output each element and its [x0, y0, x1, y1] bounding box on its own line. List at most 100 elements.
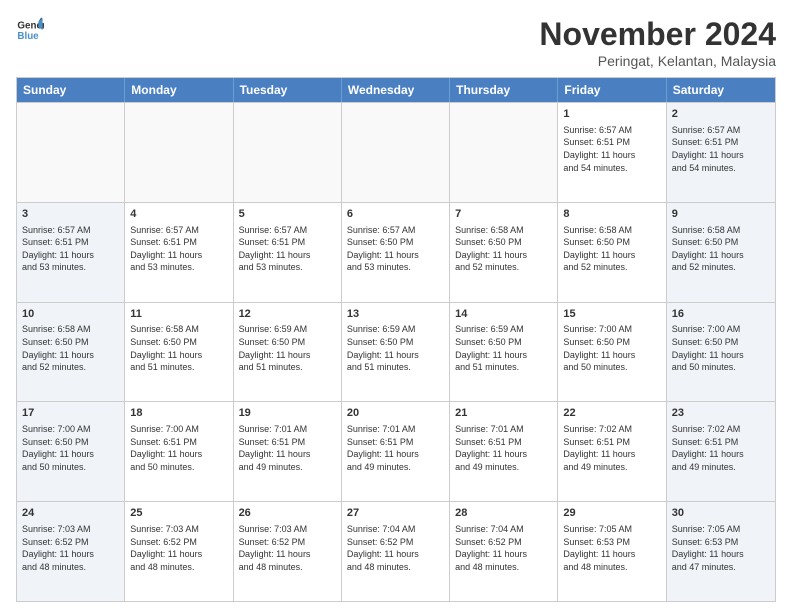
empty-cell: [450, 103, 558, 202]
day-cell-2: 2 Sunrise: 6:57 AM Sunset: 6:51 PM Daylig…: [667, 103, 775, 202]
week-row-5: 24 Sunrise: 7:03 AM Sunset: 6:52 PM Dayli…: [17, 501, 775, 601]
day-info: Sunrise: 7:03 AM Sunset: 6:52 PM Dayligh…: [22, 523, 119, 573]
day-info: Sunrise: 6:59 AM Sunset: 6:50 PM Dayligh…: [239, 323, 336, 373]
day-cell-15: 15Sunrise: 7:00 AM Sunset: 6:50 PM Dayli…: [558, 303, 666, 402]
day-cell-3: 3 Sunrise: 6:57 AM Sunset: 6:51 PM Daylig…: [17, 203, 125, 302]
day-number: 22: [563, 406, 660, 421]
day-header-saturday: Saturday: [667, 78, 775, 102]
day-cell-4: 4 Sunrise: 6:57 AM Sunset: 6:51 PM Daylig…: [125, 203, 233, 302]
svg-text:Blue: Blue: [17, 31, 39, 42]
day-number: 4: [130, 207, 227, 222]
day-info: Sunrise: 7:01 AM Sunset: 6:51 PM Dayligh…: [239, 423, 336, 473]
day-number: 19: [239, 406, 336, 421]
day-number: 15: [563, 307, 660, 322]
day-number: 5: [239, 207, 336, 222]
day-number: 23: [672, 406, 770, 421]
day-number: 8: [563, 207, 660, 222]
day-info: Sunrise: 7:00 AM Sunset: 6:50 PM Dayligh…: [22, 423, 119, 473]
header: General Blue November 2024 Peringat, Kel…: [16, 16, 776, 69]
day-cell-22: 22 Sunrise: 7:02 AM Sunset: 6:51 PM Dayli…: [558, 402, 666, 501]
day-number: 20: [347, 406, 444, 421]
day-cell-25: 25 Sunrise: 7:03 AM Sunset: 6:52 PM Dayli…: [125, 502, 233, 601]
day-cell-12: 12Sunrise: 6:59 AM Sunset: 6:50 PM Dayli…: [234, 303, 342, 402]
day-cell-26: 26 Sunrise: 7:03 AM Sunset: 6:52 PM Dayli…: [234, 502, 342, 601]
day-cell-14: 14Sunrise: 6:59 AM Sunset: 6:50 PM Dayli…: [450, 303, 558, 402]
day-info: Sunrise: 6:59 AM Sunset: 6:50 PM Dayligh…: [455, 323, 552, 373]
day-info: Sunrise: 6:58 AM Sunset: 6:50 PM Dayligh…: [455, 224, 552, 274]
day-info: Sunrise: 6:57 AM Sunset: 6:51 PM Dayligh…: [563, 124, 660, 174]
day-number: 12: [239, 307, 336, 322]
week-row-4: 17 Sunrise: 7:00 AM Sunset: 6:50 PM Dayli…: [17, 401, 775, 501]
week-row-2: 3 Sunrise: 6:57 AM Sunset: 6:51 PM Daylig…: [17, 202, 775, 302]
day-number: 30: [672, 506, 770, 521]
day-cell-16: 16Sunrise: 7:00 AM Sunset: 6:50 PM Dayli…: [667, 303, 775, 402]
day-cell-11: 11Sunrise: 6:58 AM Sunset: 6:50 PM Dayli…: [125, 303, 233, 402]
day-number: 1: [563, 107, 660, 122]
day-info: Sunrise: 7:05 AM Sunset: 6:53 PM Dayligh…: [563, 523, 660, 573]
day-info: Sunrise: 7:00 AM Sunset: 6:51 PM Dayligh…: [130, 423, 227, 473]
day-number: 16: [672, 307, 770, 322]
day-info: Sunrise: 6:57 AM Sunset: 6:51 PM Dayligh…: [130, 224, 227, 274]
day-header-sunday: Sunday: [17, 78, 125, 102]
day-info: Sunrise: 7:00 AM Sunset: 6:50 PM Dayligh…: [563, 323, 660, 373]
day-cell-20: 20 Sunrise: 7:01 AM Sunset: 6:51 PM Dayli…: [342, 402, 450, 501]
month-title: November 2024: [539, 16, 776, 53]
day-number: 25: [130, 506, 227, 521]
day-cell-27: 27 Sunrise: 7:04 AM Sunset: 6:52 PM Dayli…: [342, 502, 450, 601]
day-info: Sunrise: 6:57 AM Sunset: 6:51 PM Dayligh…: [22, 224, 119, 274]
day-number: 17: [22, 406, 119, 421]
day-number: 11: [130, 307, 227, 322]
day-cell-24: 24 Sunrise: 7:03 AM Sunset: 6:52 PM Dayli…: [17, 502, 125, 601]
logo: General Blue: [16, 16, 44, 44]
day-info: Sunrise: 6:57 AM Sunset: 6:51 PM Dayligh…: [672, 124, 770, 174]
day-cell-13: 13Sunrise: 6:59 AM Sunset: 6:50 PM Dayli…: [342, 303, 450, 402]
day-info: Sunrise: 7:05 AM Sunset: 6:53 PM Dayligh…: [672, 523, 770, 573]
day-cell-30: 30 Sunrise: 7:05 AM Sunset: 6:53 PM Dayli…: [667, 502, 775, 601]
day-info: Sunrise: 7:02 AM Sunset: 6:51 PM Dayligh…: [672, 423, 770, 473]
day-cell-21: 21Sunrise: 7:01 AM Sunset: 6:51 PM Dayli…: [450, 402, 558, 501]
day-cell-29: 29 Sunrise: 7:05 AM Sunset: 6:53 PM Dayli…: [558, 502, 666, 601]
day-cell-18: 18 Sunrise: 7:00 AM Sunset: 6:51 PM Dayli…: [125, 402, 233, 501]
day-number: 27: [347, 506, 444, 521]
day-cell-10: 10Sunrise: 6:58 AM Sunset: 6:50 PM Dayli…: [17, 303, 125, 402]
day-cell-9: 9 Sunrise: 6:58 AM Sunset: 6:50 PM Daylig…: [667, 203, 775, 302]
day-number: 29: [563, 506, 660, 521]
day-number: 13: [347, 307, 444, 322]
title-block: November 2024 Peringat, Kelantan, Malays…: [539, 16, 776, 69]
day-info: Sunrise: 7:03 AM Sunset: 6:52 PM Dayligh…: [130, 523, 227, 573]
day-info: Sunrise: 7:01 AM Sunset: 6:51 PM Dayligh…: [347, 423, 444, 473]
day-number: 18: [130, 406, 227, 421]
page: General Blue November 2024 Peringat, Kel…: [0, 0, 792, 612]
day-cell-19: 19 Sunrise: 7:01 AM Sunset: 6:51 PM Dayli…: [234, 402, 342, 501]
day-cell-17: 17 Sunrise: 7:00 AM Sunset: 6:50 PM Dayli…: [17, 402, 125, 501]
empty-cell: [234, 103, 342, 202]
day-info: Sunrise: 7:00 AM Sunset: 6:50 PM Dayligh…: [672, 323, 770, 373]
day-number: 3: [22, 207, 119, 222]
day-header-tuesday: Tuesday: [234, 78, 342, 102]
day-header-wednesday: Wednesday: [342, 78, 450, 102]
day-number: 26: [239, 506, 336, 521]
day-info: Sunrise: 6:59 AM Sunset: 6:50 PM Dayligh…: [347, 323, 444, 373]
calendar: SundayMondayTuesdayWednesdayThursdayFrid…: [16, 77, 776, 602]
day-info: Sunrise: 6:58 AM Sunset: 6:50 PM Dayligh…: [22, 323, 119, 373]
day-info: Sunrise: 7:01 AM Sunset: 6:51 PM Dayligh…: [455, 423, 552, 473]
day-info: Sunrise: 7:03 AM Sunset: 6:52 PM Dayligh…: [239, 523, 336, 573]
day-number: 9: [672, 207, 770, 222]
empty-cell: [342, 103, 450, 202]
day-info: Sunrise: 6:58 AM Sunset: 6:50 PM Dayligh…: [563, 224, 660, 274]
day-cell-6: 6Sunrise: 6:57 AM Sunset: 6:50 PM Daylig…: [342, 203, 450, 302]
day-info: Sunrise: 7:04 AM Sunset: 6:52 PM Dayligh…: [455, 523, 552, 573]
week-row-1: 1 Sunrise: 6:57 AM Sunset: 6:51 PM Daylig…: [17, 102, 775, 202]
logo-icon: General Blue: [16, 16, 44, 44]
day-number: 14: [455, 307, 552, 322]
day-number: 24: [22, 506, 119, 521]
day-cell-1: 1 Sunrise: 6:57 AM Sunset: 6:51 PM Daylig…: [558, 103, 666, 202]
day-number: 2: [672, 107, 770, 122]
empty-cell: [17, 103, 125, 202]
day-cell-7: 7Sunrise: 6:58 AM Sunset: 6:50 PM Daylig…: [450, 203, 558, 302]
day-cell-28: 28Sunrise: 7:04 AM Sunset: 6:52 PM Dayli…: [450, 502, 558, 601]
day-info: Sunrise: 6:58 AM Sunset: 6:50 PM Dayligh…: [672, 224, 770, 274]
day-info: Sunrise: 7:02 AM Sunset: 6:51 PM Dayligh…: [563, 423, 660, 473]
day-info: Sunrise: 7:04 AM Sunset: 6:52 PM Dayligh…: [347, 523, 444, 573]
day-cell-8: 8 Sunrise: 6:58 AM Sunset: 6:50 PM Daylig…: [558, 203, 666, 302]
